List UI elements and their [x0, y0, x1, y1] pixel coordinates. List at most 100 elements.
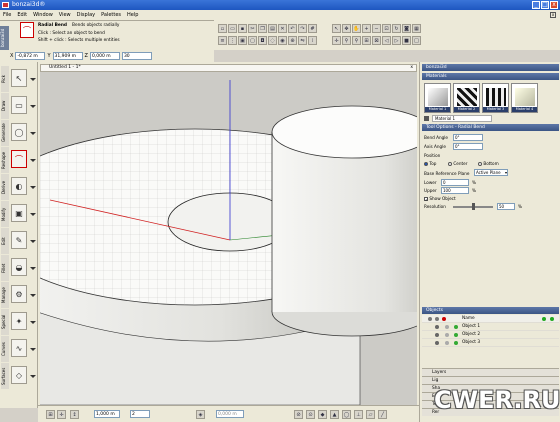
snap-distance-field[interactable]: 0,000 m	[216, 410, 244, 418]
materials-header[interactable]: Materials	[422, 73, 559, 80]
lower-field[interactable]: 0	[441, 179, 469, 186]
zoom-fit-icon[interactable]: ⊡	[382, 24, 391, 33]
show-icon[interactable]: ◉	[278, 36, 287, 45]
render-icon[interactable]: ▦	[412, 24, 421, 33]
show-object-option[interactable]: ✓ Show Object	[424, 196, 456, 202]
eye-icon[interactable]	[435, 325, 439, 329]
position-center-option[interactable]: Center	[448, 161, 467, 166]
radio-top[interactable]	[424, 162, 428, 166]
wireframe-icon[interactable]: □	[412, 36, 421, 45]
expand-arrow-icon[interactable]	[30, 375, 36, 378]
distance-field[interactable]: 1,000 m	[94, 410, 120, 418]
position-bottom-option[interactable]: Bottom	[478, 161, 499, 166]
object-row[interactable]: Object 2	[422, 331, 559, 339]
snap-point-icon[interactable]: ✛	[57, 410, 66, 419]
material-swatch-3[interactable]: Material 3	[482, 83, 509, 113]
lock-icon[interactable]	[445, 325, 449, 329]
edit-icon[interactable]: ✎	[11, 231, 27, 249]
viewport-tab[interactable]: Untitled 1 - 1* x	[40, 64, 417, 72]
no-snap-icon[interactable]: ⊘	[294, 410, 303, 419]
derive-icon[interactable]: ◐	[11, 177, 27, 195]
snap-face-icon[interactable]: ▱	[366, 410, 375, 419]
snap-icon[interactable]: ⊕	[288, 36, 297, 45]
eye-icon[interactable]	[435, 333, 439, 337]
snap-tangent-icon[interactable]: ◯	[342, 410, 351, 419]
x-field[interactable]: -0,872 m	[15, 52, 46, 60]
open-icon[interactable]: ▭	[228, 24, 237, 33]
pan-icon[interactable]: ✛	[332, 36, 341, 45]
grid-field[interactable]: 30	[121, 52, 152, 60]
object-row[interactable]: Object 3	[422, 339, 559, 347]
expand-arrow-icon[interactable]	[30, 78, 36, 81]
select-icon[interactable]: ↖	[332, 24, 341, 33]
snap-grid-icon[interactable]: ⊞	[46, 410, 55, 419]
viewport-close-icon[interactable]: x	[410, 65, 413, 71]
material-swatch-1[interactable]: Material 1	[424, 83, 451, 113]
expand-arrow-icon[interactable]	[30, 213, 36, 216]
redo-icon[interactable]: ↷	[298, 24, 307, 33]
align-icon[interactable]: ≡	[218, 36, 227, 45]
modify-icon[interactable]: ▣	[11, 204, 27, 222]
snap-edge-icon[interactable]: ╱	[378, 410, 387, 419]
shaded-icon[interactable]: ■	[402, 36, 411, 45]
toolbar-close-icon[interactable]: x	[550, 12, 556, 18]
lock-icon[interactable]: ◘	[258, 36, 267, 45]
delete-icon[interactable]: ✕	[278, 24, 287, 33]
surfaces-icon[interactable]: ◇	[11, 366, 27, 384]
angle-field[interactable]: 2	[130, 410, 150, 418]
axis-angle-field[interactable]: 0°	[453, 143, 483, 150]
lock-icon[interactable]	[445, 341, 449, 345]
3d-viewport[interactable]	[40, 72, 417, 405]
expand-arrow-icon[interactable]	[30, 186, 36, 189]
lock-icon[interactable]	[445, 333, 449, 337]
zoom-icon[interactable]: ⚲	[352, 36, 361, 45]
bend-angle-field[interactable]: 0°	[453, 134, 483, 141]
y-field[interactable]: 31,909 m	[52, 52, 83, 60]
distribute-icon[interactable]: ⋮	[228, 36, 237, 45]
collapsed-panel[interactable]: Lig	[422, 376, 559, 384]
expand-arrow-icon[interactable]	[30, 348, 36, 351]
menu-palettes[interactable]: Palettes	[101, 12, 121, 18]
new-icon[interactable]: ▫	[218, 24, 227, 33]
hide-icon[interactable]: ◌	[268, 36, 277, 45]
expand-arrow-icon[interactable]	[30, 240, 36, 243]
move-icon[interactable]: ✥	[342, 24, 351, 33]
expand-arrow-icon[interactable]	[30, 159, 36, 162]
expand-arrow-icon[interactable]	[30, 267, 36, 270]
snap-settings-icon[interactable]: ◈	[196, 410, 205, 419]
undo-icon[interactable]: ↶	[288, 24, 297, 33]
cut-icon[interactable]: ✂	[248, 24, 257, 33]
special-icon[interactable]: ✦	[11, 312, 27, 330]
grid-icon[interactable]: #	[308, 24, 317, 33]
snap-perp-icon[interactable]: ⊥	[354, 410, 363, 419]
bend-icon[interactable]: ⌒	[11, 150, 27, 168]
zoom-out-icon[interactable]: −	[372, 24, 381, 33]
snap-end-icon[interactable]: ◆	[318, 410, 327, 419]
current-material[interactable]: Material 1	[432, 115, 492, 122]
zoom-box-icon[interactable]: ⊞	[362, 36, 371, 45]
menu-edit[interactable]: Edit	[17, 12, 27, 18]
zoom-in-icon[interactable]: +	[362, 24, 371, 33]
menu-file[interactable]: File	[3, 12, 11, 18]
objects-header[interactable]: Objects	[422, 307, 559, 314]
previous-view-icon[interactable]: ◁	[382, 36, 391, 45]
manage-icon[interactable]: ⚙	[11, 285, 27, 303]
layers-panel[interactable]: Layers	[422, 368, 559, 376]
resolution-field[interactable]: 50	[497, 203, 515, 210]
menu-help[interactable]: Help	[127, 12, 138, 18]
object-row[interactable]: Object 1	[422, 323, 559, 331]
material-swatch-2[interactable]: Material 2	[453, 83, 480, 113]
snap-mid-icon[interactable]: ▲	[330, 410, 339, 419]
show-object-checkbox[interactable]: ✓	[424, 197, 428, 202]
array-icon[interactable]: ⁞	[308, 36, 317, 45]
cylinder-icon[interactable]: ◯	[11, 123, 27, 141]
rectangle-icon[interactable]: ▭	[11, 96, 27, 114]
resolution-slider-thumb[interactable]	[472, 203, 475, 210]
maximize-button[interactable]: □	[541, 1, 549, 9]
mirror-icon[interactable]: ⇋	[298, 36, 307, 45]
add-object-icon[interactable]	[542, 317, 546, 321]
close-button[interactable]: x	[550, 1, 558, 9]
paste-icon[interactable]: ▤	[268, 24, 277, 33]
base-reference-select[interactable]: Active Plane ▾	[474, 169, 508, 176]
ungroup-icon[interactable]: ▢	[248, 36, 257, 45]
